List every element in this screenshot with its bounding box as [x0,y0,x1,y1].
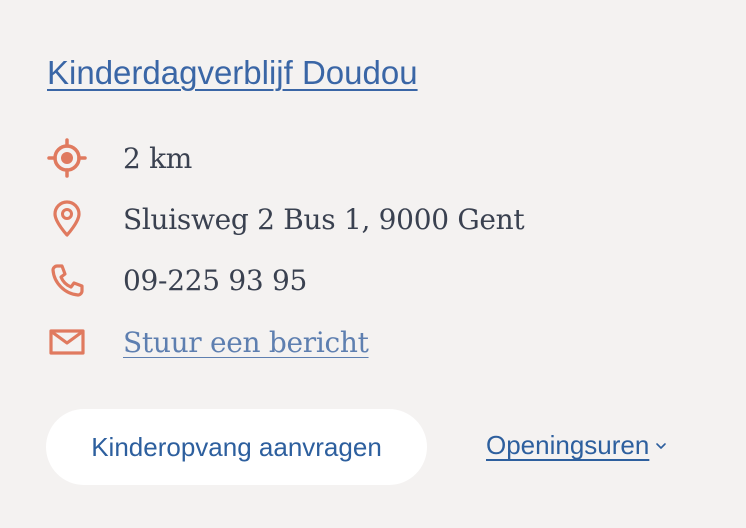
message-row: Stuur een bericht [45,322,369,362]
request-childcare-button[interactable]: Kinderopvang aanvragen [46,409,427,485]
envelope-icon [45,322,89,362]
phone-icon [45,260,89,300]
address-row: Sluisweg 2 Bus 1, 9000 Gent [45,199,525,239]
opening-hours-label: Openingsuren [486,430,650,460]
daycare-card: Kinderdagverblijf Doudou 2 km Sluisweg 2… [0,0,746,528]
daycare-title-link[interactable]: Kinderdagverblijf Doudou [47,54,418,92]
phone-text[interactable]: 09-225 93 95 [123,264,307,297]
target-icon [45,138,89,178]
location-pin-icon [45,199,89,239]
phone-row: 09-225 93 95 [45,260,307,300]
chevron-down-icon [655,440,667,452]
address-text: Sluisweg 2 Bus 1, 9000 Gent [123,202,525,236]
distance-row: 2 km [45,138,192,178]
distance-text: 2 km [123,141,193,175]
send-message-link[interactable]: Stuur een bericht [123,326,369,359]
opening-hours-toggle[interactable]: Openingsuren [486,430,667,461]
